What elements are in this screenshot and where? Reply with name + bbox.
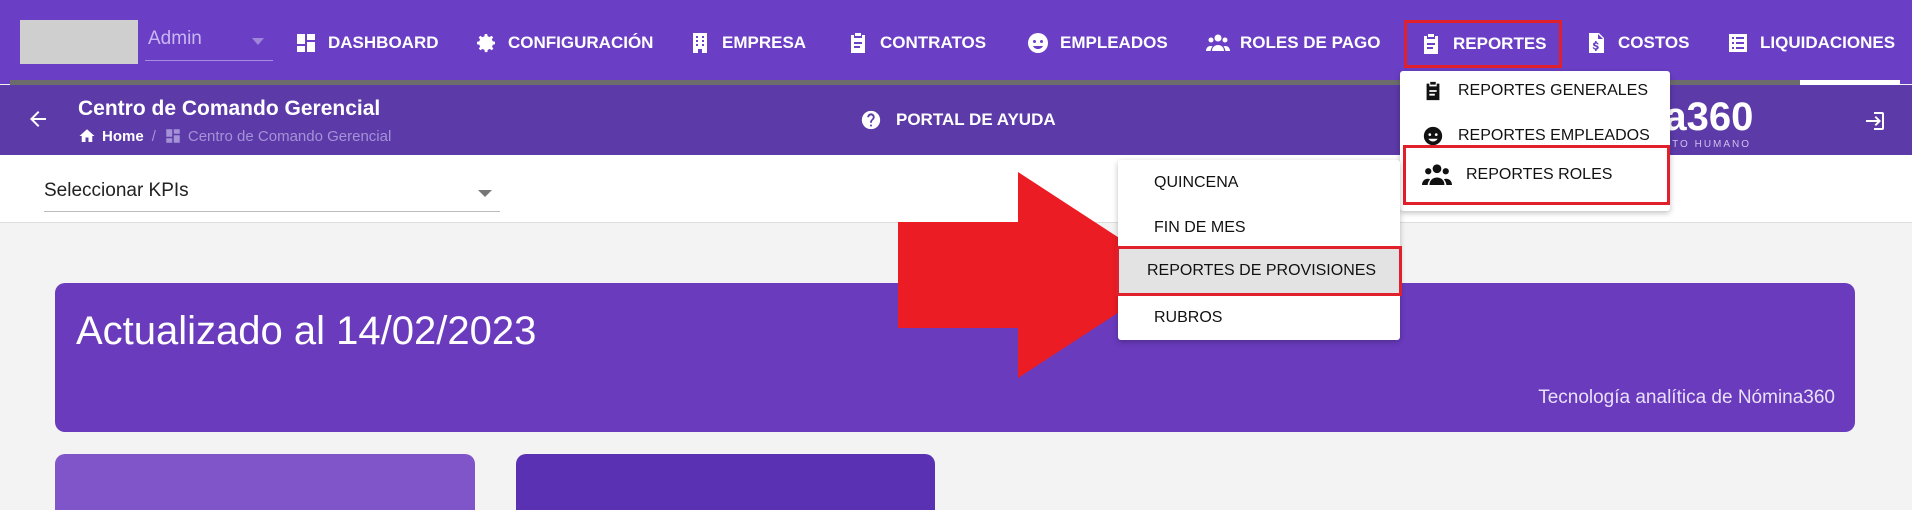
help-portal-label: PORTAL DE AYUDA (896, 110, 1056, 129)
nav-empresa-label: EMPRESA (722, 33, 807, 52)
user-avatar-redacted (20, 20, 138, 64)
breadcrumb: Home / Centro de Comando Gerencial (78, 127, 391, 145)
kpi-card (55, 454, 475, 510)
nav-costos[interactable]: COSTOS (1584, 28, 1689, 58)
user-dropdown-caret-icon[interactable] (252, 38, 264, 45)
menu-item-reportes-roles[interactable]: REPORTES ROLES (1403, 145, 1670, 205)
reportes-dropdown-menu: REPORTES GENERALES REPORTES EMPLEADOS RE… (1400, 71, 1670, 211)
nav-liquidaciones[interactable]: LIQUIDACIONES (1726, 28, 1895, 58)
breadcrumb-separator: / (151, 127, 156, 145)
building-icon (693, 33, 707, 53)
nav-dashboard-label: DASHBOARD (328, 33, 439, 52)
submenu-item-rubros[interactable]: RUBROS (1118, 296, 1400, 340)
nav-reportes[interactable]: REPORTES (1404, 20, 1562, 68)
gear-icon (477, 34, 495, 53)
nav-roles-de-pago-label: ROLES DE PAGO (1240, 33, 1381, 52)
nav-costos-label: COSTOS (1618, 33, 1690, 52)
nav-empresa[interactable]: EMPRESA (688, 28, 806, 58)
dashboard-icon (297, 34, 315, 52)
page-title: Centro de Comando Gerencial (78, 97, 381, 120)
nav-configuracion[interactable]: CONFIGURACIÓN (474, 28, 653, 58)
breadcrumb-current: Centro de Comando Gerencial (164, 127, 391, 145)
dashboard-icon (166, 129, 180, 143)
breadcrumb-current-label: Centro de Comando Gerencial (187, 127, 392, 145)
list-icon (1729, 34, 1747, 52)
clipboard-icon (1424, 34, 1438, 54)
people-icon (1206, 34, 1230, 51)
nav-dashboard[interactable]: DASHBOARD (294, 28, 439, 58)
reportes-roles-submenu: QUINCENA FIN DE MES REPORTES DE PROVISIO… (1116, 160, 1402, 340)
user-select-underline (145, 60, 273, 61)
menu-item-label: REPORTES ROLES (1466, 166, 1613, 183)
submenu-item-quincena[interactable]: QUINCENA (1118, 161, 1400, 205)
nav-liquidaciones-label: LIQUIDACIONES (1760, 33, 1896, 52)
back-arrow-icon[interactable] (26, 107, 50, 131)
home-icon (79, 129, 95, 142)
kpi-dropdown-caret-icon[interactable] (478, 190, 492, 197)
nav-roles-de-pago[interactable]: ROLES DE PAGO (1206, 28, 1380, 58)
invoice-dollar-icon (1589, 33, 1604, 53)
user-name[interactable]: Admin (148, 28, 202, 50)
kpi-card (516, 454, 935, 510)
kpi-select-underline (44, 211, 500, 212)
menu-item-label: REPORTES EMPLEADOS (1458, 127, 1650, 144)
people-icon (1422, 164, 1452, 185)
clipboard-icon (851, 33, 865, 53)
clipboard-icon (1426, 81, 1440, 101)
breadcrumb-home[interactable]: Home (78, 127, 144, 145)
banner-footer: Tecnología analítica de Nómina360 (1538, 387, 1835, 408)
nav-contratos-label: CONTRATOS (880, 33, 987, 52)
banner-title: Actualizado al 14/02/2023 (76, 309, 537, 353)
help-circle-icon (861, 110, 881, 130)
nav-contratos[interactable]: CONTRATOS (846, 28, 986, 58)
submenu-item-reportes-de-provisiones[interactable]: REPORTES DE PROVISIONES (1116, 246, 1402, 296)
nav-configuracion-label: CONFIGURACIÓN (508, 33, 654, 52)
nav-reportes-label: REPORTES (1453, 34, 1547, 53)
nav-empleados[interactable]: EMPLEADOS (1026, 28, 1168, 58)
menu-item-label: REPORTES GENERALES (1458, 82, 1648, 99)
help-portal-link[interactable]: PORTAL DE AYUDA (860, 109, 1056, 131)
breadcrumb-home-label: Home (102, 127, 144, 145)
menu-item-reportes-generales[interactable]: REPORTES GENERALES (1400, 71, 1670, 111)
logout-icon[interactable] (1862, 109, 1886, 133)
face-icon (1028, 33, 1048, 53)
nav-empleados-label: EMPLEADOS (1060, 33, 1168, 52)
kpi-select[interactable]: Seleccionar KPIs (44, 180, 189, 202)
face-icon (1423, 126, 1443, 146)
submenu-item-fin-de-mes[interactable]: FIN DE MES (1118, 206, 1400, 250)
